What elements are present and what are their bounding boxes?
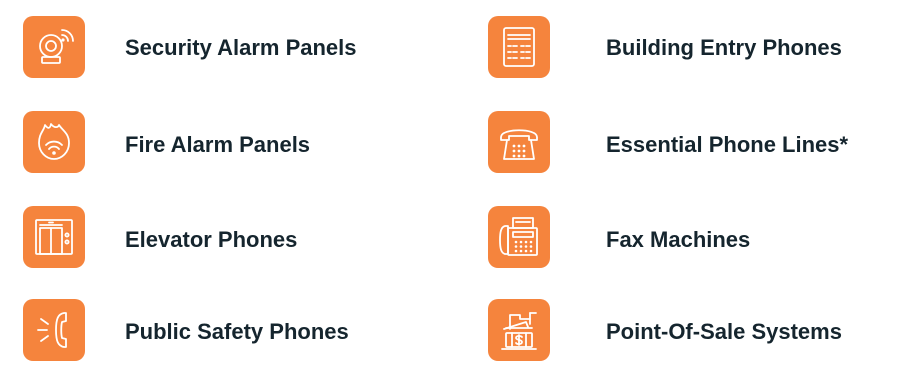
fax-machine-icon	[488, 206, 550, 268]
fire-alarm-icon	[23, 111, 85, 173]
service-label-fire-alarm-panels: Fire Alarm Panels	[125, 132, 311, 157]
entry-intercom-icon	[488, 16, 550, 78]
service-label-fax-machines: Fax Machines	[606, 227, 751, 252]
service-label-security-alarm-panels: Security Alarm Panels	[125, 35, 357, 60]
service-label-point-of-sale-systems: Point-Of-Sale Systems	[606, 319, 842, 344]
service-label-essential-phone-lines: Essential Phone Lines*	[606, 132, 849, 157]
alarm-bell-icon	[23, 16, 85, 78]
service-label-elevator-phones: Elevator Phones	[125, 227, 298, 252]
desk-phone-icon	[488, 111, 550, 173]
elevator-icon	[23, 206, 85, 268]
service-label-public-safety-phones: Public Safety Phones	[125, 319, 349, 344]
card-payment-icon	[488, 299, 550, 361]
emergency-phone-icon	[23, 299, 85, 361]
service-label-building-entry-phones: Building Entry Phones	[606, 35, 842, 60]
